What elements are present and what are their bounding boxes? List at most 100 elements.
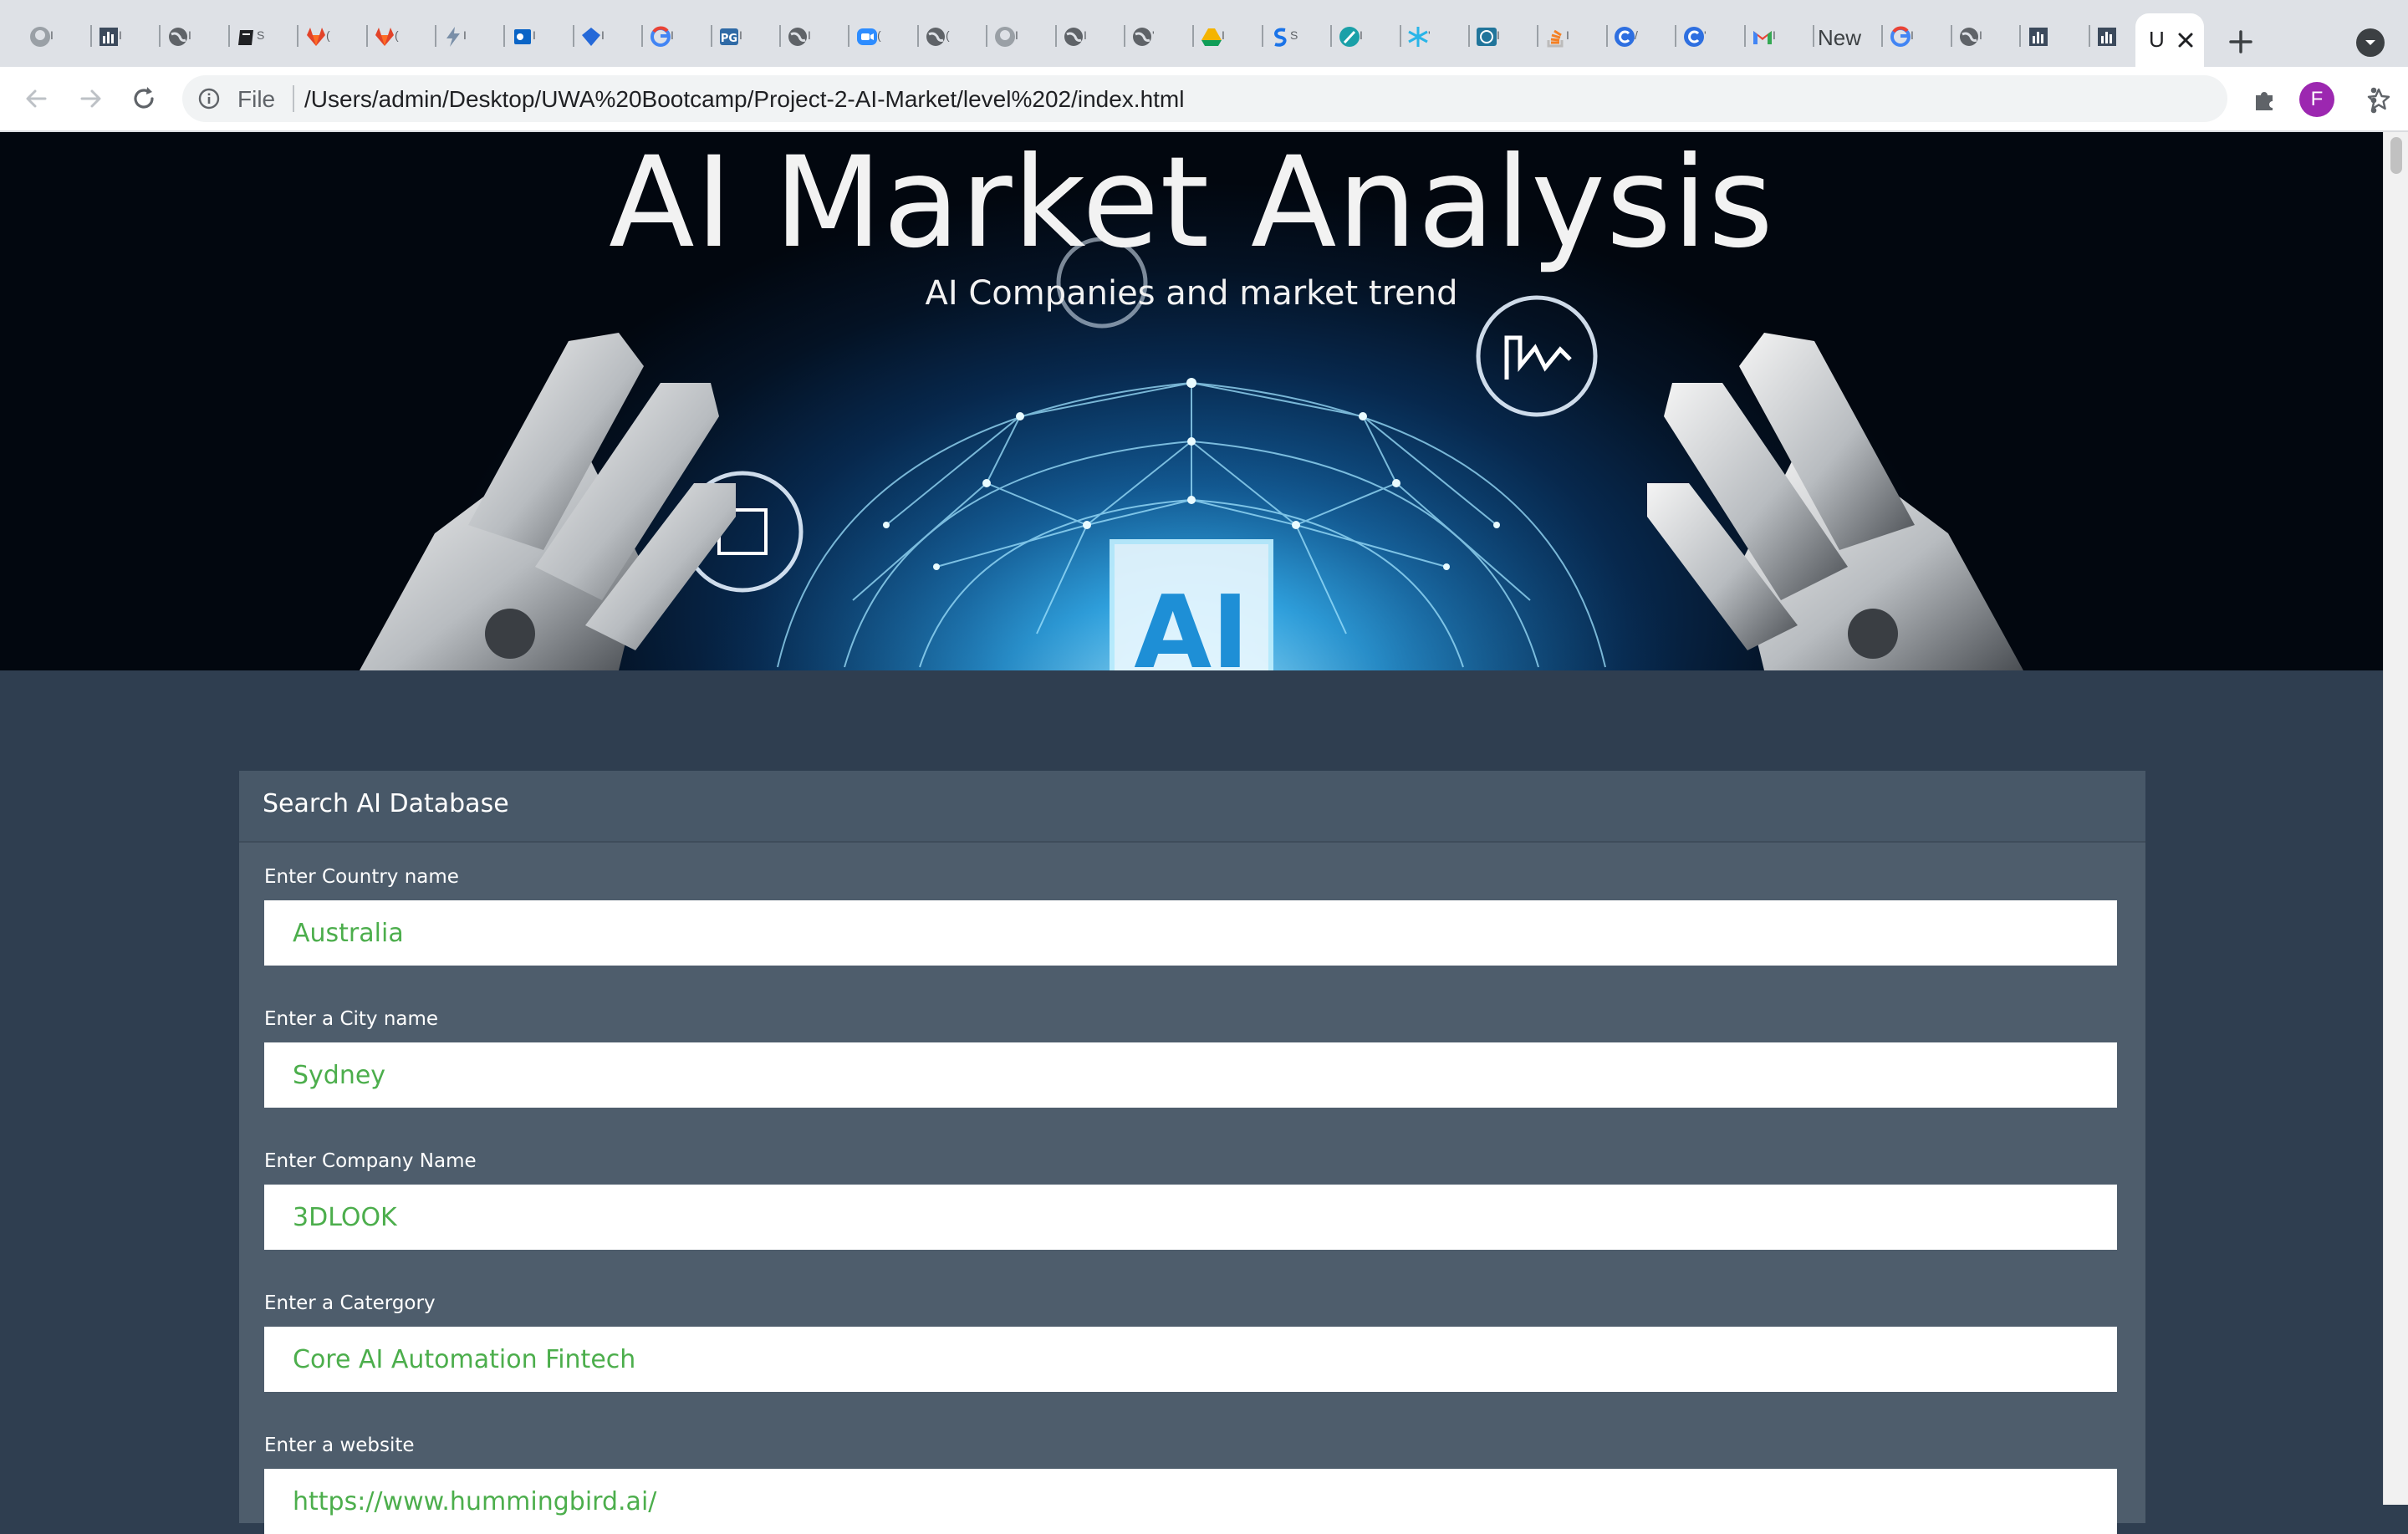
info-icon[interactable] [197, 87, 221, 110]
tab-title: I [119, 28, 122, 42]
browser-tab[interactable]: I [784, 13, 849, 54]
tab-separator [2019, 25, 2021, 47]
tab-title: I [601, 28, 605, 42]
browser-tab[interactable]: I [1543, 13, 1608, 54]
tab-separator [1468, 25, 1470, 47]
browser-tab[interactable]: ( [854, 13, 919, 54]
tab-active[interactable]: U [2135, 13, 2204, 67]
search-panel: Search AI Database Enter Country name En… [239, 771, 2145, 1534]
city-field-label: Enter a City name [264, 1008, 439, 1030]
browser-tab[interactable]: PG I [716, 13, 781, 54]
more-menu-icon[interactable] [2360, 84, 2388, 117]
hero-banner: AI AI Market Analysis AI Companies and m… [0, 132, 2383, 670]
browser-tab[interactable]: ' [1129, 13, 1194, 54]
close-icon[interactable] [2174, 28, 2197, 52]
extensions-puzzle-icon[interactable] [2251, 85, 2279, 114]
browser-tab[interactable]: ( [303, 13, 368, 54]
browser-tab[interactable]: I [95, 13, 161, 54]
browser-tab[interactable]: I [1956, 13, 2021, 54]
tab-title: I [188, 28, 191, 42]
tab-separator [1951, 25, 1952, 47]
tab-title: I [463, 28, 467, 42]
tab-separator [1124, 25, 1125, 47]
tab-separator [1881, 25, 1883, 47]
tab-separator [1813, 25, 1814, 47]
tab-separator [228, 25, 230, 47]
tab-title: ' [1428, 28, 1431, 42]
tab-separator [1055, 25, 1057, 47]
browser-tab[interactable]: I [578, 13, 643, 54]
page-scrollbar[interactable] [2383, 132, 2408, 1505]
profile-avatar[interactable]: F [2299, 82, 2334, 117]
tab-separator [90, 25, 92, 47]
tab-title: I [1222, 28, 1225, 42]
tab-title: ( [877, 28, 881, 42]
browser-tab[interactable]: I [165, 13, 230, 54]
reload-button[interactable] [127, 82, 161, 115]
browser-tab[interactable]: I [1473, 13, 1538, 54]
city-input[interactable] [264, 1042, 2117, 1108]
tab-separator [573, 25, 574, 47]
tab-title: I [1360, 28, 1363, 42]
browser-tab[interactable]: I [1336, 13, 1401, 54]
browser-tab[interactable] [2025, 13, 2090, 54]
tab-title: I [671, 28, 674, 42]
tab-title: I [808, 28, 811, 42]
browser-tab[interactable]: I [27, 13, 92, 54]
browser-tab[interactable]: I [440, 13, 505, 54]
active-tab-title: U [2149, 27, 2165, 52]
browser-tab[interactable]: I [1749, 13, 1814, 54]
tab-title: I [1979, 28, 1982, 42]
browser-tab[interactable]: ' [1405, 13, 1470, 54]
bar-chart-icon [2094, 23, 2120, 50]
browser-tab[interactable]: New [1818, 13, 1883, 54]
website-field-label: Enter a website [264, 1435, 415, 1456]
country-input[interactable] [264, 900, 2117, 966]
tab-title: ( [946, 28, 950, 42]
browser-tab[interactable]: ( [371, 13, 436, 54]
website-input[interactable] [264, 1469, 2117, 1534]
tab-separator [1262, 25, 1263, 47]
page-title: AI Market Analysis [609, 132, 1774, 276]
back-button[interactable] [20, 82, 54, 115]
category-field-label: Enter a Catergory [264, 1292, 436, 1314]
browser-tab[interactable]: I [1887, 13, 1952, 54]
tab-title: S [1290, 28, 1298, 42]
url-text[interactable]: /Users/admin/Desktop/UWA%20Bootcamp/Proj… [304, 86, 1184, 113]
browser-tab[interactable]: I [647, 13, 712, 54]
tab-search-button[interactable] [2356, 28, 2385, 57]
browser-tab[interactable]: I [992, 13, 1057, 54]
tab-separator [1400, 25, 1401, 47]
browser-tab[interactable]: I [509, 13, 574, 54]
tab-separator [366, 25, 368, 47]
new-tab-button[interactable] [2224, 25, 2258, 59]
browser-tab[interactable]: S [1267, 13, 1332, 54]
browser-tab[interactable]: ' [1681, 13, 1746, 54]
tab-separator [641, 25, 643, 47]
tab-title: I [739, 28, 742, 42]
tab-title: I [1084, 28, 1087, 42]
browser-tab[interactable]: ( [922, 13, 987, 54]
browser-tab[interactable]: I [1060, 13, 1125, 54]
browser-tab[interactable]: / [1611, 13, 1676, 54]
tab-separator [1675, 25, 1676, 47]
browser-tab[interactable]: S [233, 13, 298, 54]
scrollbar-thumb[interactable] [2390, 137, 2402, 174]
country-field-label: Enter Country name [264, 866, 459, 888]
address-bar[interactable]: File /Users/admin/Desktop/UWA%20Bootcamp… [182, 75, 2390, 122]
tab-separator [503, 25, 505, 47]
tab-separator [848, 25, 849, 47]
company-input[interactable] [264, 1185, 2117, 1250]
robot-hand-left [360, 333, 736, 670]
tab-title: I [1566, 28, 1569, 42]
tab-title: I [1497, 28, 1500, 42]
browser-tab[interactable]: I [1198, 13, 1263, 54]
tab-separator [2089, 25, 2090, 47]
category-input[interactable] [264, 1327, 2117, 1392]
search-panel-title: Search AI Database [263, 789, 509, 818]
tab-separator [1606, 25, 1608, 47]
forward-button[interactable] [74, 82, 107, 115]
url-scheme-label: File [237, 86, 276, 112]
tab-separator [435, 25, 436, 47]
bar-chart-icon [2025, 23, 2052, 50]
